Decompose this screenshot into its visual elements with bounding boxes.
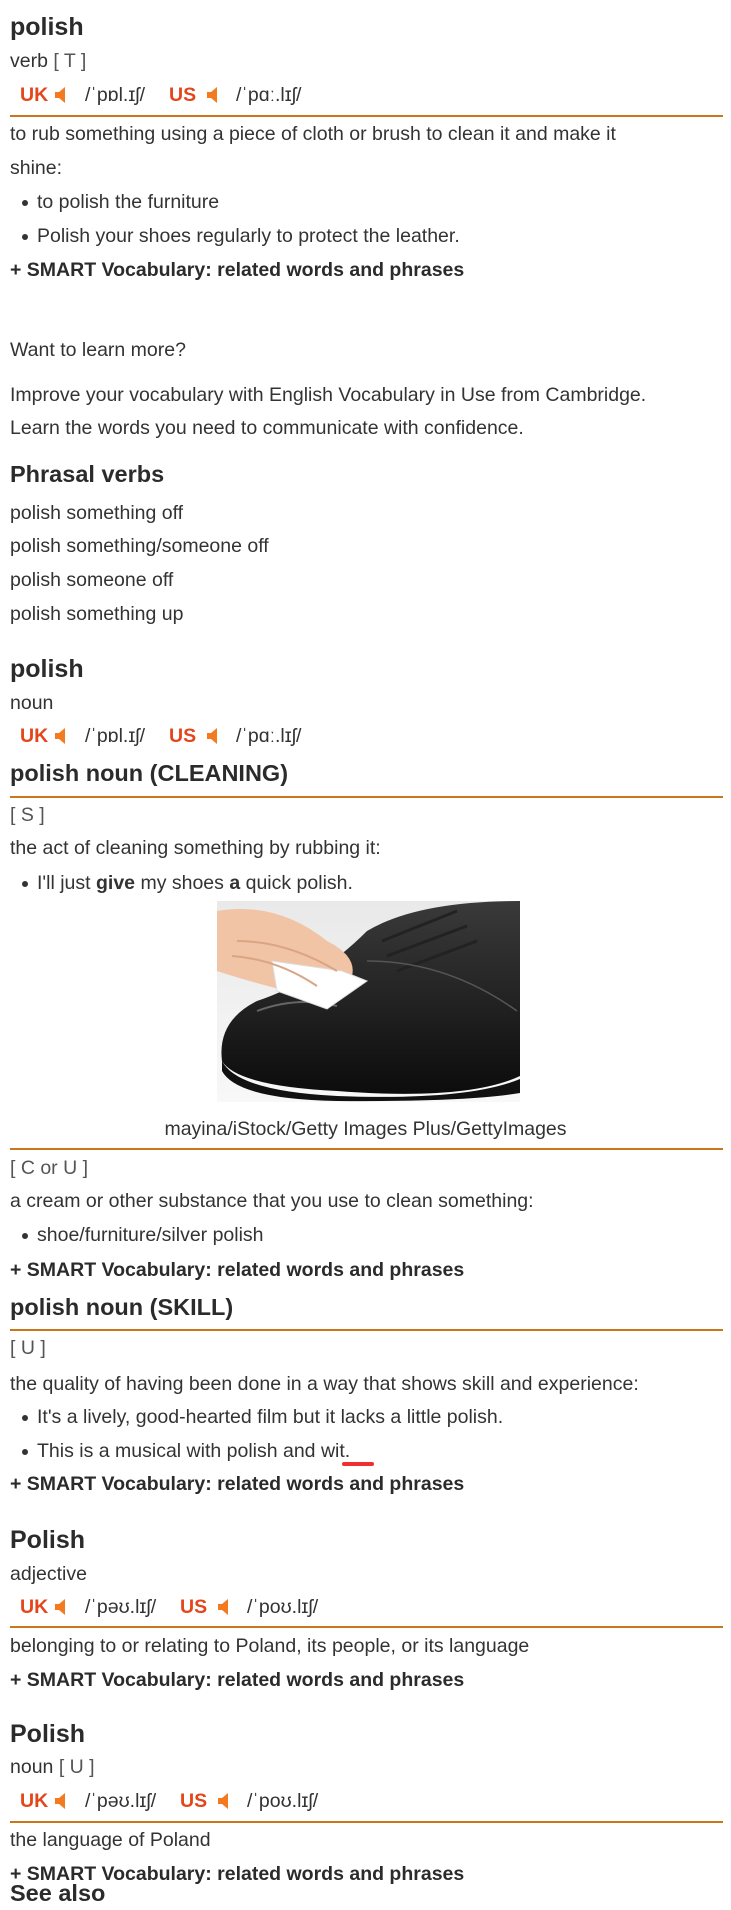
grammar-code: [ T ] bbox=[53, 50, 87, 72]
uk-label: UK bbox=[20, 84, 49, 106]
grammar-code: [ U ] bbox=[58, 1756, 95, 1778]
us-label: US bbox=[169, 725, 197, 747]
spellcheck-underline bbox=[342, 1462, 374, 1466]
example: shoe/furniture/silver polish bbox=[22, 1218, 264, 1252]
grammar-code: [ S ] bbox=[10, 804, 45, 826]
uk-label: UK bbox=[20, 1596, 49, 1618]
speaker-icon[interactable] bbox=[55, 728, 69, 744]
example: Polish your shoes regularly to protect t… bbox=[22, 219, 460, 253]
example-seg: quick polish. bbox=[240, 872, 353, 894]
speaker-icon[interactable] bbox=[218, 1793, 232, 1809]
us-ipa: /ˈpoʊ.lɪʃ/ bbox=[247, 1596, 319, 1618]
example-seg: I'll just bbox=[37, 872, 96, 894]
us-label: US bbox=[180, 1596, 208, 1618]
image-caption: mayina/iStock/Getty Images Plus/GettyIma… bbox=[164, 1118, 567, 1140]
divider bbox=[10, 1148, 723, 1150]
phrasal-verb-link[interactable]: polish someone off bbox=[10, 563, 173, 597]
phrasal-verb-link[interactable]: polish something up bbox=[10, 597, 183, 631]
divider bbox=[10, 1626, 723, 1628]
definition: to rub something using a piece of cloth … bbox=[10, 123, 616, 145]
example-text: I'll just give my shoes a quick polish. bbox=[37, 872, 353, 894]
grammar-code: [ U ] bbox=[10, 1337, 46, 1359]
headword: Polish bbox=[10, 1526, 86, 1554]
definition: belonging to or relating to Poland, its … bbox=[10, 1635, 530, 1657]
promo-text: Improve your vocabulary with English Voc… bbox=[10, 384, 647, 406]
example: I'll just give my shoes a quick polish. bbox=[22, 866, 353, 900]
pos-label: verb bbox=[10, 50, 48, 72]
example-text: to polish the furniture bbox=[37, 191, 220, 213]
smart-vocabulary-link[interactable]: + SMART Vocabulary: related words and ph… bbox=[10, 1253, 464, 1287]
example-seg: my shoes bbox=[135, 872, 230, 894]
uk-label: UK bbox=[20, 725, 49, 747]
smart-vocabulary-link[interactable]: + SMART Vocabulary: related words and ph… bbox=[10, 1467, 464, 1501]
example-bold: give bbox=[96, 872, 136, 894]
headword: polish bbox=[10, 13, 84, 41]
example: It's a lively, good-hearted film but it … bbox=[22, 1400, 503, 1434]
uk-ipa: /ˈpɒl.ɪʃ/ bbox=[85, 725, 146, 747]
part-of-speech: noun [ U ] bbox=[10, 1750, 95, 1784]
definition-continued: shine: bbox=[10, 157, 63, 179]
definition: the language of Poland bbox=[10, 1829, 211, 1851]
uk-ipa: /ˈpɒl.ɪʃ/ bbox=[85, 84, 146, 106]
grammar-code: [ C or U ] bbox=[10, 1157, 89, 1179]
part-of-speech: noun bbox=[10, 692, 54, 714]
sense-heading: polish noun (CLEANING) bbox=[10, 760, 289, 786]
phrasal-verb-link[interactable]: polish something off bbox=[10, 496, 183, 530]
us-label: US bbox=[180, 1790, 208, 1812]
speaker-icon[interactable] bbox=[207, 87, 221, 103]
us-ipa: /ˈpoʊ.lɪʃ/ bbox=[247, 1790, 319, 1812]
shoe-polishing-image bbox=[217, 901, 520, 1102]
speaker-icon[interactable] bbox=[218, 1599, 232, 1615]
promo-text: Learn the words you need to communicate … bbox=[10, 417, 524, 439]
us-label: US bbox=[169, 84, 197, 106]
divider bbox=[10, 796, 723, 798]
example-text: shoe/furniture/silver polish bbox=[37, 1224, 264, 1246]
definition: the quality of having been done in a way… bbox=[10, 1373, 639, 1395]
headword: Polish bbox=[10, 1720, 86, 1748]
definition: a cream or other substance that you use … bbox=[10, 1190, 534, 1212]
uk-label: UK bbox=[20, 1790, 49, 1812]
us-ipa: /ˈpɑː.lɪʃ/ bbox=[236, 725, 302, 747]
headword: polish bbox=[10, 655, 84, 683]
smart-vocabulary-link[interactable]: + SMART Vocabulary: related words and ph… bbox=[10, 1663, 464, 1697]
promo-title: Want to learn more? bbox=[10, 339, 186, 361]
example: to polish the furniture bbox=[22, 185, 219, 219]
example-text: It's a lively, good-hearted film but it … bbox=[37, 1406, 504, 1428]
part-of-speech: adjective bbox=[10, 1563, 87, 1585]
example-text: This is a musical with polish and wit. bbox=[37, 1440, 351, 1462]
phrasal-verb-link[interactable]: polish something/someone off bbox=[10, 529, 269, 563]
example-text: Polish your shoes regularly to protect t… bbox=[37, 225, 460, 247]
part-of-speech: verb [ T ] bbox=[10, 44, 86, 78]
uk-ipa: /ˈpəʊ.lɪʃ/ bbox=[85, 1790, 157, 1812]
divider bbox=[10, 1329, 723, 1331]
us-ipa: /ˈpɑː.lɪʃ/ bbox=[236, 84, 302, 106]
speaker-icon[interactable] bbox=[55, 1599, 69, 1615]
smart-vocabulary-link[interactable]: + SMART Vocabulary: related words and ph… bbox=[10, 253, 464, 287]
pos-label: noun bbox=[10, 1756, 54, 1778]
speaker-icon[interactable] bbox=[55, 1793, 69, 1809]
definition: the act of cleaning something by rubbing… bbox=[10, 837, 381, 859]
see-also-heading: See also bbox=[10, 1880, 106, 1906]
speaker-icon[interactable] bbox=[55, 87, 69, 103]
uk-ipa: /ˈpəʊ.lɪʃ/ bbox=[85, 1596, 157, 1618]
speaker-icon[interactable] bbox=[207, 728, 221, 744]
phrasal-verbs-heading: Phrasal verbs bbox=[10, 461, 165, 487]
sense-heading: polish noun (SKILL) bbox=[10, 1294, 234, 1320]
example: This is a musical with polish and wit. bbox=[22, 1434, 350, 1468]
example-bold: a bbox=[229, 872, 241, 894]
